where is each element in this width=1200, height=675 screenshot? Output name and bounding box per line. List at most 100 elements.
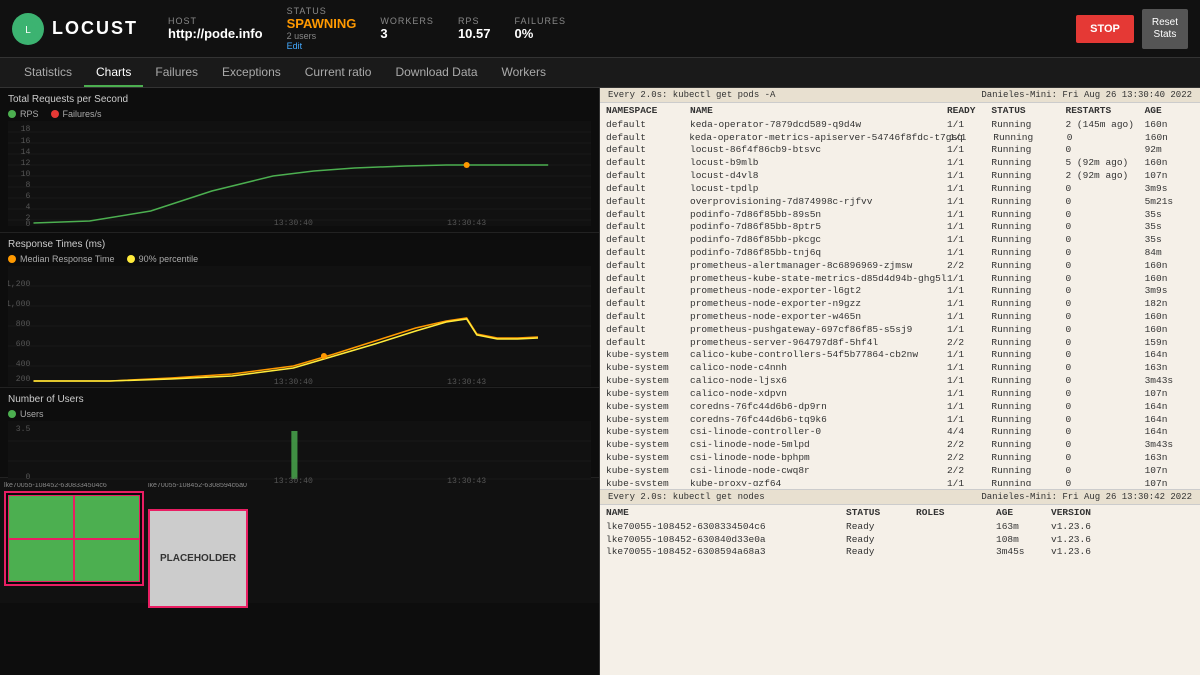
rps-value: 10.57 (458, 26, 491, 41)
pod-status: Running (991, 388, 1065, 401)
pod-namespace: default (606, 144, 690, 157)
svg-text:L: L (25, 25, 31, 36)
thumb-placeholder[interactable]: PLACEHOLDER (148, 509, 248, 608)
pod-age: 164n (1145, 426, 1194, 439)
pod-age: 92m (1145, 144, 1194, 157)
node-name: lke70055-108452-630840d33e0a (606, 534, 846, 547)
col-name: NAME (690, 105, 947, 118)
legend-users: Users (8, 409, 44, 419)
table-row: default prometheus-server-964797d8f-5hf4… (606, 337, 1194, 350)
tab-statistics[interactable]: Statistics (12, 59, 84, 87)
table-row: default prometheus-kube-state-metrics-d8… (606, 273, 1194, 286)
chart-rps-area: 18 16 14 12 10 8 6 4 2 0 13:30:40 1 (8, 121, 591, 226)
pod-restarts: 0 (1066, 337, 1145, 350)
reset-stats-button[interactable]: ResetStats (1142, 9, 1188, 49)
host-value: http://pode.info (168, 26, 263, 41)
col-node-version: VERSION (1051, 507, 1131, 520)
table-row: default keda-operator-7879dcd589-q9d4w 1… (606, 119, 1194, 132)
table-row: default prometheus-node-exporter-n9gzz 1… (606, 298, 1194, 311)
legend-rps-label: RPS (20, 109, 39, 119)
chart-rt-area: 1,200 1,000 800 600 400 200 13:30:40 13:… (8, 266, 591, 386)
thumb-cell-br (74, 539, 140, 583)
chart-users-area: 3.5 0 13:30:40 13:30:43 (8, 421, 591, 483)
chart-users: Number of Users Users 3.5 0 13:30:4 (0, 388, 599, 478)
pod-namespace: default (606, 196, 690, 209)
table-row: kube-system calico-node-c4nnh 1/1 Runnin… (606, 362, 1194, 375)
thumb-placeholder-text: PLACEHOLDER (160, 553, 236, 564)
node-version: v1.23.6 (1051, 521, 1131, 534)
pod-age: 182n (1145, 298, 1194, 311)
app-title: LOCUST (52, 18, 138, 39)
workers-stat: WORKERS 3 (380, 16, 434, 41)
pod-namespace: default (606, 119, 690, 132)
node-age: 3m45s (996, 546, 1051, 559)
col-status: STATUS (991, 105, 1065, 118)
pod-ready: 1/1 (949, 132, 993, 145)
node-roles (916, 534, 996, 547)
pod-ready: 1/1 (947, 273, 991, 286)
pod-namespace: kube-system (606, 426, 690, 439)
pod-name: coredns-76fc44d6b6-tq9k6 (690, 414, 947, 427)
tab-exceptions[interactable]: Exceptions (210, 59, 293, 87)
pod-name: calico-node-xdpvn (690, 388, 947, 401)
chart-rps: Total Requests per Second RPS Failures/s (0, 88, 599, 233)
pod-name: calico-node-ljsx6 (690, 375, 947, 388)
nodes-table-body: lke70055-108452-6308334504c6 Ready 163m … (606, 521, 1194, 559)
terminal-nodes: Every 2.0s: kubectl get nodes Danieles-M… (600, 490, 1200, 675)
table-row: default prometheus-node-exporter-w465n 1… (606, 311, 1194, 324)
pod-status: Running (991, 285, 1065, 298)
tab-failures[interactable]: Failures (143, 59, 210, 87)
tab-download-data[interactable]: Download Data (383, 59, 489, 87)
pod-ready: 1/1 (947, 414, 991, 427)
thumb-cell-tl (8, 495, 74, 539)
pod-restarts: 0 (1066, 221, 1145, 234)
table-row: kube-system csi-linode-node-cwq8r 2/2 Ru… (606, 465, 1194, 478)
failures-value: 0% (514, 26, 566, 41)
pod-status: Running (991, 298, 1065, 311)
pod-namespace: default (606, 132, 689, 145)
pod-status: Running (991, 196, 1065, 209)
svg-text:10: 10 (21, 170, 31, 179)
main-content: Total Requests per Second RPS Failures/s (0, 88, 1200, 675)
pod-age: 164n (1145, 414, 1194, 427)
table-row: default prometheus-node-exporter-l6gt2 1… (606, 285, 1194, 298)
pod-age: 160n (1145, 273, 1194, 286)
node-roles (916, 521, 996, 534)
table-row: kube-system csi-linode-node-5mlpd 2/2 Ru… (606, 439, 1194, 452)
pods-table-header: NAMESPACE NAME READY STATUS RESTARTS AGE (606, 105, 1194, 118)
pod-status: Running (991, 311, 1065, 324)
tab-workers[interactable]: Workers (490, 59, 558, 87)
svg-text:1,200: 1,200 (8, 280, 31, 289)
pod-name: prometheus-server-964797d8f-5hf4l (690, 337, 947, 350)
node-status: Ready (846, 546, 916, 559)
pod-name: coredns-76fc44d6b6-dp9rn (690, 401, 947, 414)
nodes-table-header: NAME STATUS ROLES AGE VERSION (606, 507, 1194, 520)
table-row: kube-system csi-linode-node-bphpm 2/2 Ru… (606, 452, 1194, 465)
pod-restarts: 0 (1066, 196, 1145, 209)
thumb-chart-1[interactable] (4, 491, 144, 586)
terminal-pods-cmd: Every 2.0s: kubectl get pods -A (608, 90, 775, 100)
terminal-pods: Every 2.0s: kubectl get pods -A Danieles… (600, 88, 1200, 490)
pod-name: prometheus-kube-state-metrics-d85d4d94b-… (690, 273, 947, 286)
pod-ready: 2/2 (947, 260, 991, 273)
terminal-pods-content: NAMESPACE NAME READY STATUS RESTARTS AGE… (600, 103, 1200, 486)
pod-restarts: 0 (1066, 324, 1145, 337)
table-row: lke70055-108452-6308334504c6 Ready 163m … (606, 521, 1194, 534)
pod-age: 35s (1145, 221, 1194, 234)
pod-name: prometheus-node-exporter-w465n (690, 311, 947, 324)
svg-text:1,000: 1,000 (8, 300, 31, 309)
pod-namespace: kube-system (606, 349, 690, 362)
pod-restarts: 0 (1066, 452, 1145, 465)
tab-charts[interactable]: Charts (84, 59, 143, 87)
pod-namespace: default (606, 170, 690, 183)
pod-name: locust-86f4f86cb9-btsvc (690, 144, 947, 157)
pod-name: overprovisioning-7d874998c-rjfvv (690, 196, 947, 209)
tab-current-ratio[interactable]: Current ratio (293, 59, 384, 87)
legend-median: Median Response Time (8, 254, 115, 264)
table-row: default locust-tpdlp 1/1 Running 0 3m9s (606, 183, 1194, 196)
stop-button[interactable]: STOP (1076, 15, 1134, 43)
header: L LOCUST HOST http://pode.info STATUS SP… (0, 0, 1200, 58)
status-value: SPAWNING (287, 16, 357, 31)
pod-restarts: 0 (1066, 388, 1145, 401)
pod-namespace: default (606, 311, 690, 324)
